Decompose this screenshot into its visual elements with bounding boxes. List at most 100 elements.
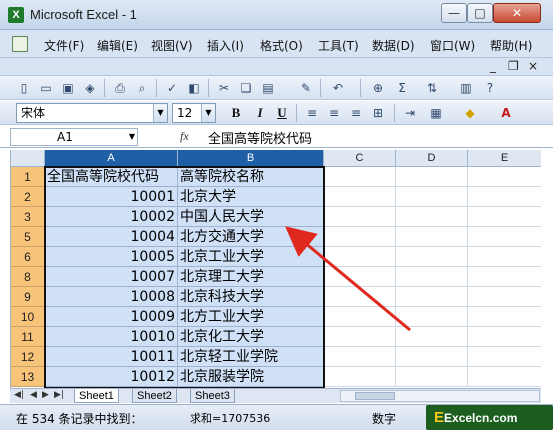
column-header-b[interactable]: B bbox=[178, 150, 324, 167]
chevron-down-icon[interactable]: ▼ bbox=[201, 104, 215, 122]
cell-a[interactable]: 10002 bbox=[45, 207, 178, 227]
cell-a[interactable]: 10010 bbox=[45, 327, 178, 347]
row-header[interactable]: 9 bbox=[11, 287, 45, 307]
cell-d[interactable] bbox=[396, 347, 468, 367]
cell-d[interactable] bbox=[396, 227, 468, 247]
cell-b[interactable]: 北京轻工业学院 bbox=[178, 347, 324, 367]
column-header-e[interactable]: E bbox=[468, 150, 541, 167]
cell-b[interactable]: 北京化工大学 bbox=[178, 327, 324, 347]
save-icon[interactable]: ▣ bbox=[60, 80, 76, 96]
worksheet-grid[interactable]: A B C D E 1 全国高等院校代码 高等院校名称 2 10001 北京大学 3 1000… bbox=[10, 150, 541, 388]
cell-b[interactable]: 北京理工大学 bbox=[178, 267, 324, 287]
row-header[interactable]: 3 bbox=[11, 207, 45, 227]
menu-view[interactable]: 视图(V) bbox=[151, 37, 193, 54]
font-color-icon[interactable]: A bbox=[498, 105, 514, 121]
chart-wizard-icon[interactable]: ▥ bbox=[458, 80, 474, 96]
row-header[interactable]: 5 bbox=[11, 227, 45, 247]
menu-help[interactable]: 帮助(H) bbox=[490, 37, 532, 54]
workbook-icon[interactable] bbox=[12, 36, 28, 52]
menu-tools[interactable]: 工具(T) bbox=[318, 37, 359, 54]
cell-a[interactable]: 10012 bbox=[45, 367, 178, 387]
research-icon[interactable]: ◧ bbox=[186, 80, 202, 96]
excel-app-icon[interactable]: X bbox=[8, 7, 24, 23]
menu-file[interactable]: 文件(F) bbox=[44, 37, 84, 54]
menu-format[interactable]: 格式(O) bbox=[260, 37, 303, 54]
cell-c[interactable] bbox=[324, 187, 396, 207]
cell-d[interactable] bbox=[396, 307, 468, 327]
sheet-tab-1[interactable]: Sheet1 bbox=[74, 389, 119, 403]
select-all-corner[interactable] bbox=[11, 150, 45, 167]
row-header[interactable]: 10 bbox=[11, 307, 45, 327]
menu-edit[interactable]: 编辑(E) bbox=[97, 37, 138, 54]
column-header-d[interactable]: D bbox=[396, 150, 468, 167]
cell-a[interactable]: 10011 bbox=[45, 347, 178, 367]
cell-d[interactable] bbox=[396, 287, 468, 307]
open-icon[interactable]: ▭ bbox=[38, 80, 54, 96]
new-icon[interactable]: ▯ bbox=[16, 80, 32, 96]
mdi-restore-button[interactable]: ❐ bbox=[508, 59, 519, 73]
font-size-dropdown[interactable]: 12 ▼ bbox=[172, 103, 216, 123]
cell-c[interactable] bbox=[324, 327, 396, 347]
cell-d[interactable] bbox=[396, 187, 468, 207]
column-header-a[interactable]: A bbox=[45, 150, 178, 167]
cell-b[interactable]: 中国人民大学 bbox=[178, 207, 324, 227]
horizontal-scrollbar[interactable] bbox=[340, 390, 540, 402]
sheet-tab-2[interactable]: Sheet2 bbox=[132, 389, 177, 403]
indent-icon[interactable]: ⇥ bbox=[402, 105, 418, 121]
cell-c[interactable] bbox=[324, 347, 396, 367]
format-painter-icon[interactable]: ✎ bbox=[298, 80, 314, 96]
cell-c[interactable] bbox=[324, 267, 396, 287]
borders-icon[interactable]: ▦ bbox=[428, 105, 444, 121]
cell-c[interactable] bbox=[324, 307, 396, 327]
maximize-button[interactable]: □ bbox=[467, 3, 493, 23]
cell-b[interactable]: 北京工业大学 bbox=[178, 247, 324, 267]
cell-d[interactable] bbox=[396, 207, 468, 227]
fill-color-icon[interactable]: ◆ bbox=[462, 105, 478, 121]
font-name-dropdown[interactable]: 宋体 ▼ bbox=[16, 103, 168, 123]
cell-e[interactable] bbox=[468, 267, 541, 287]
align-center-icon[interactable]: ≡ bbox=[326, 105, 342, 121]
cell-e[interactable] bbox=[468, 227, 541, 247]
cell-b[interactable]: 北方交通大学 bbox=[178, 227, 324, 247]
mdi-minimize-button[interactable]: _ bbox=[490, 59, 496, 73]
cell-c[interactable] bbox=[324, 207, 396, 227]
cell-a[interactable]: 10001 bbox=[45, 187, 178, 207]
cell-b[interactable]: 北京科技大学 bbox=[178, 287, 324, 307]
underline-button[interactable]: U bbox=[272, 104, 292, 122]
merge-center-icon[interactable]: ⊞ bbox=[370, 105, 386, 121]
cell-e[interactable] bbox=[468, 247, 541, 267]
cell-a[interactable]: 10009 bbox=[45, 307, 178, 327]
cell-a[interactable]: 10004 bbox=[45, 227, 178, 247]
cell-b[interactable]: 北京大学 bbox=[178, 187, 324, 207]
copy-icon[interactable]: ❏ bbox=[238, 80, 254, 96]
chevron-down-icon[interactable]: ▼ bbox=[129, 129, 135, 145]
align-right-icon[interactable]: ≡ bbox=[348, 105, 364, 121]
row-header[interactable]: 2 bbox=[11, 187, 45, 207]
insert-function-icon[interactable]: fx bbox=[180, 129, 189, 144]
cell-b[interactable]: 北方工业大学 bbox=[178, 307, 324, 327]
print-preview-icon[interactable]: ⌕ bbox=[134, 80, 150, 96]
cell-e[interactable] bbox=[468, 367, 541, 387]
cell-e[interactable] bbox=[468, 347, 541, 367]
cell-e[interactable] bbox=[468, 167, 541, 187]
cell-a[interactable]: 10005 bbox=[45, 247, 178, 267]
menu-insert[interactable]: 插入(I) bbox=[207, 37, 244, 54]
row-header[interactable]: 12 bbox=[11, 347, 45, 367]
formula-input[interactable]: 全国高等院校代码 bbox=[208, 128, 312, 147]
permission-icon[interactable]: ◈ bbox=[82, 80, 98, 96]
align-left-icon[interactable]: ≡ bbox=[304, 105, 320, 121]
autosum-icon[interactable]: Σ bbox=[394, 80, 410, 96]
cell-b[interactable]: 高等院校名称 bbox=[178, 167, 324, 187]
cell-b[interactable]: 北京服装学院 bbox=[178, 367, 324, 387]
cell-d[interactable] bbox=[396, 327, 468, 347]
menu-window[interactable]: 窗口(W) bbox=[430, 37, 475, 54]
cell-e[interactable] bbox=[468, 307, 541, 327]
cell-d[interactable] bbox=[396, 367, 468, 387]
undo-icon[interactable]: ↶ bbox=[330, 80, 346, 96]
italic-button[interactable]: I bbox=[250, 104, 270, 122]
scrollbar-thumb[interactable] bbox=[355, 392, 395, 400]
cell-c[interactable] bbox=[324, 167, 396, 187]
name-box[interactable]: A1 ▼ bbox=[10, 128, 138, 146]
sort-ascending-icon[interactable]: ⇅ bbox=[424, 80, 440, 96]
cell-e[interactable] bbox=[468, 207, 541, 227]
